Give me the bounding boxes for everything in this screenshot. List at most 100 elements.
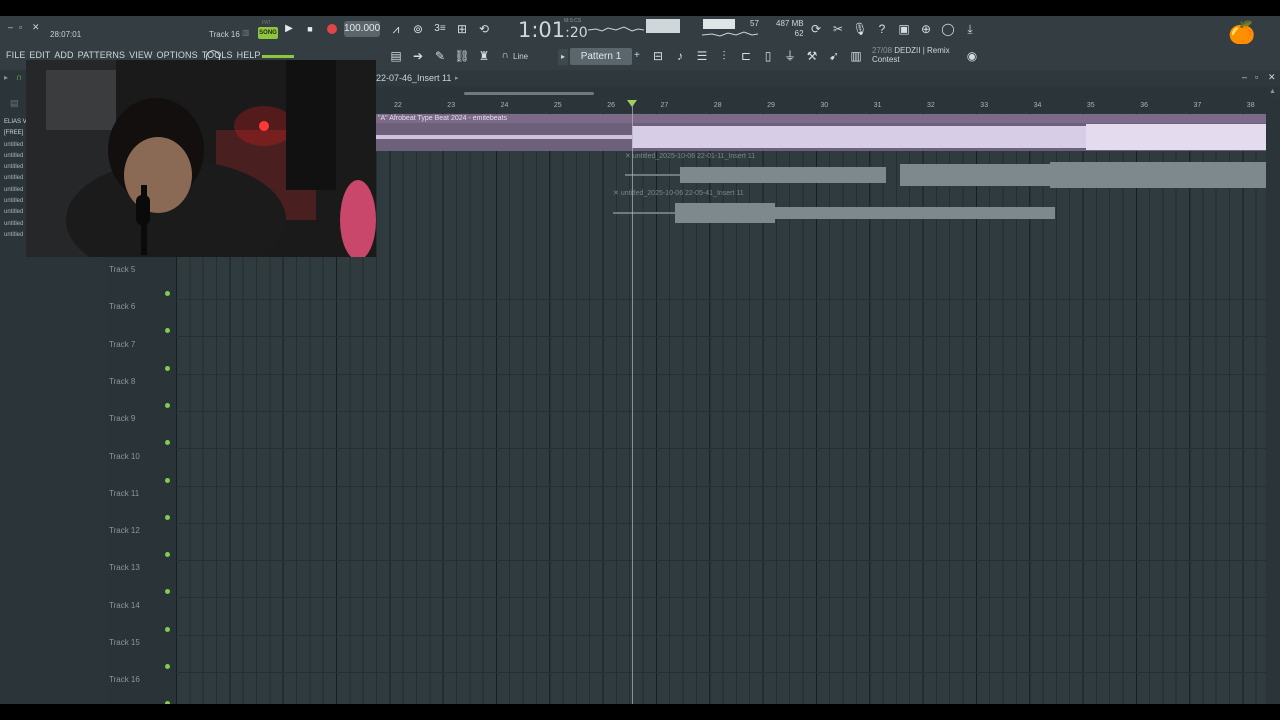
browser-item[interactable]: [FREE] <box>4 128 28 139</box>
metronome-icon[interactable]: ⩘ <box>387 20 405 38</box>
ruler-number: 32 <box>927 102 935 109</box>
track-name[interactable]: Track 12 <box>109 526 140 535</box>
track-mute-led-icon[interactable] <box>165 365 170 371</box>
track-name[interactable]: Track 9 <box>109 414 135 423</box>
restore-icon[interactable]: ▫ <box>19 22 22 32</box>
track-name[interactable]: Track 5 <box>109 265 135 274</box>
browser-item[interactable]: ELIAS V <box>4 117 28 128</box>
pattern-prev-icon[interactable]: ▸ <box>558 49 568 65</box>
cut-icon[interactable]: ✂ <box>829 20 847 38</box>
close-icon[interactable]: ✕ <box>32 22 40 33</box>
wait-input-icon[interactable]: ⊚ <box>409 20 427 38</box>
undo-icon[interactable]: ⟳ <box>807 20 825 38</box>
stop-button[interactable]: ■ <box>303 22 317 36</box>
menu-help[interactable]: HELP <box>237 50 261 60</box>
playlist-icon[interactable]: ▤ <box>387 47 405 65</box>
browser-item[interactable]: untitled <box>4 151 28 162</box>
add-pattern-icon[interactable]: + <box>634 50 640 61</box>
record-button[interactable] <box>327 24 337 34</box>
tempo-display[interactable]: 100.000 <box>344 21 380 37</box>
browser-item[interactable]: untitled <box>4 162 28 173</box>
track-mute-led-icon[interactable] <box>165 664 170 669</box>
recorded-clip-label[interactable]: ✕ untitled_2025-10-06 22-01-11_Insert 11 <box>625 152 755 160</box>
track-name[interactable]: Track 16 <box>109 675 140 684</box>
recorded-waveform[interactable] <box>625 160 1266 190</box>
track-name[interactable]: Track 11 <box>109 489 139 498</box>
menu-patterns[interactable]: PATTERNS <box>78 50 125 60</box>
store-icon[interactable]: ▥ <box>847 47 865 65</box>
browser-icon[interactable]: ☰ <box>693 47 711 65</box>
help-icon[interactable]: ? <box>873 20 891 38</box>
menu-file[interactable]: FILE <box>6 50 25 60</box>
recorded-waveform[interactable] <box>613 199 1056 227</box>
playlist-minimize-icon[interactable]: – <box>1242 72 1247 82</box>
browser-magnet-icon[interactable]: ∩ <box>16 72 22 82</box>
tree-icon[interactable]: ⊏ <box>737 47 755 65</box>
track-name[interactable]: Track 10 <box>109 452 140 461</box>
news-panel[interactable]: 27/08 DEDZII | Remix Contest <box>872 46 950 64</box>
globe-icon[interactable]: ◉ <box>963 47 981 65</box>
browser-item[interactable]: untitled <box>4 185 28 196</box>
chat-icon[interactable]: ◯ <box>939 20 957 38</box>
bird-icon[interactable]: ➹ <box>825 47 843 65</box>
save-icon[interactable]: ▣ <box>895 20 913 38</box>
track-mute-led-icon[interactable] <box>165 477 170 483</box>
track-name[interactable]: Track 7 <box>109 340 135 349</box>
track-divider <box>176 560 1266 562</box>
playlist-title-bar[interactable] <box>376 70 1280 86</box>
microphone-icon[interactable]: 🎙 <box>851 20 869 38</box>
step-edit-icon[interactable]: ⊞ <box>453 20 471 38</box>
menu-options[interactable]: OPTIONS <box>157 50 198 60</box>
browser-arrow-icon[interactable]: ▸ <box>4 73 8 82</box>
track-mute-led-icon[interactable] <box>165 291 170 296</box>
countdown-icon[interactable]: 3≡ <box>431 20 449 38</box>
track-mute-led-icon[interactable] <box>165 402 170 408</box>
track-name[interactable]: Track 6 <box>109 302 135 311</box>
pattern-selector[interactable]: Pattern 1 <box>570 48 632 65</box>
plug-icon[interactable]: ⏚ <box>781 47 799 65</box>
browser-item[interactable]: untitled <box>4 219 28 230</box>
browser-piano-icon[interactable]: ▤ <box>10 98 19 109</box>
clipboard-icon[interactable]: ▯ <box>759 47 777 65</box>
playlist-maximize-icon[interactable]: ▫ <box>1255 72 1258 82</box>
play-button[interactable]: ▶ <box>282 22 296 36</box>
menu-edit[interactable]: EDIT <box>29 50 50 60</box>
stamp-icon[interactable]: ♜ <box>475 47 493 65</box>
browser-item[interactable]: untitled <box>4 173 28 184</box>
download-icon[interactable]: ⤓ <box>961 20 979 38</box>
plugin-icon[interactable]: ⊕ <box>917 20 935 38</box>
loop-record-icon[interactable]: ⟲ <box>475 20 493 38</box>
link-icon[interactable]: ⛓ <box>453 47 471 65</box>
title-arrow-icon[interactable]: ▸ <box>455 74 459 82</box>
master-volume-slider[interactable] <box>262 55 294 58</box>
song-mode-toggle[interactable]: SONG <box>258 27 278 39</box>
arrow-icon[interactable]: ➔ <box>409 47 427 65</box>
browser-item[interactable]: untitled <box>4 140 28 151</box>
track-name[interactable]: Track 15 <box>109 638 140 647</box>
playlist-close-icon[interactable]: ✕ <box>1268 72 1276 83</box>
audio-clip-header[interactable]: "A" Afrobeat Type Beat 2024 - emitebeats <box>376 114 1268 123</box>
snap-mode-select[interactable]: Line <box>513 52 528 61</box>
menu-view[interactable]: VIEW <box>129 50 152 60</box>
piano-roll-icon[interactable]: ♪ <box>671 47 689 65</box>
mixer-icon[interactable]: ⫶ <box>715 47 733 65</box>
scroll-up-icon[interactable]: ▲ <box>1269 88 1276 95</box>
track-name[interactable]: Track 8 <box>109 377 135 386</box>
browser-item[interactable]: untitled <box>4 196 28 207</box>
tool-icon[interactable]: ⚒ <box>803 47 821 65</box>
menu-add[interactable]: ADD <box>54 50 73 60</box>
browser-item[interactable]: untitled <box>4 207 28 218</box>
audio-clip-waveform[interactable] <box>376 123 1266 151</box>
track-mute-led-icon[interactable] <box>165 626 170 632</box>
horizontal-scroll-thumb[interactable] <box>464 92 594 95</box>
track-name[interactable]: Track 13 <box>109 563 140 572</box>
brush-icon[interactable]: ✎ <box>431 47 449 65</box>
track-name[interactable]: Track 14 <box>109 601 140 610</box>
channel-rack-icon[interactable]: ⊟ <box>649 47 667 65</box>
vertical-scrollbar[interactable] <box>1266 100 1280 704</box>
track-mute-led-icon[interactable] <box>165 514 170 520</box>
track-divider <box>176 672 1266 673</box>
browser-item[interactable]: untitled <box>4 230 28 241</box>
magnet-icon[interactable]: ∩ <box>496 47 514 65</box>
minimize-icon[interactable]: – <box>8 22 13 32</box>
